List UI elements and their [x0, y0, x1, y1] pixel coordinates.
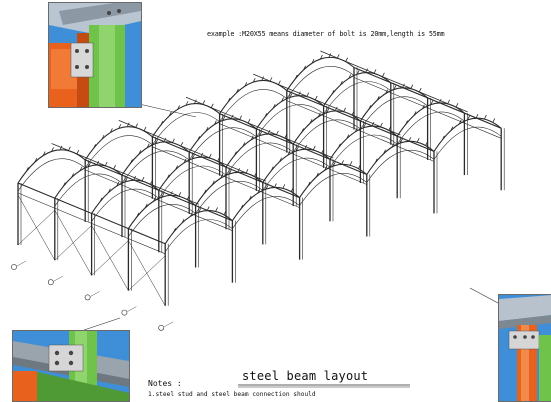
- connection-detail-bottom-left-illustration: [13, 331, 129, 401]
- bolt-example-note: example :M20X55 means diameter of bolt i…: [207, 30, 445, 38]
- notes-heading: Notes :: [148, 379, 182, 388]
- connection-detail-bottom-left: [12, 330, 130, 402]
- cross-brace: [17, 194, 56, 261]
- connection-detail-top-left-illustration: [49, 3, 141, 107]
- grid-marker: [84, 294, 91, 301]
- note-line: 1.steel stud and steel beam connection s…: [148, 391, 316, 398]
- grid-marker: [158, 324, 165, 331]
- connection-detail-bottom-right: [498, 294, 551, 402]
- connection-detail-bottom-right-illustration: [499, 295, 551, 401]
- connection-detail-top-left: [48, 2, 142, 108]
- grid-marker: [121, 309, 128, 316]
- drawing-sheet: example :M20X55 means diameter of bolt i…: [0, 0, 551, 402]
- cross-brace: [91, 225, 129, 291]
- cross-brace: [128, 240, 166, 306]
- grid-marker: [47, 279, 54, 286]
- cross-brace: [54, 210, 92, 276]
- drawing-title: steel beam layout: [242, 369, 369, 383]
- grid-marker: [11, 264, 17, 270]
